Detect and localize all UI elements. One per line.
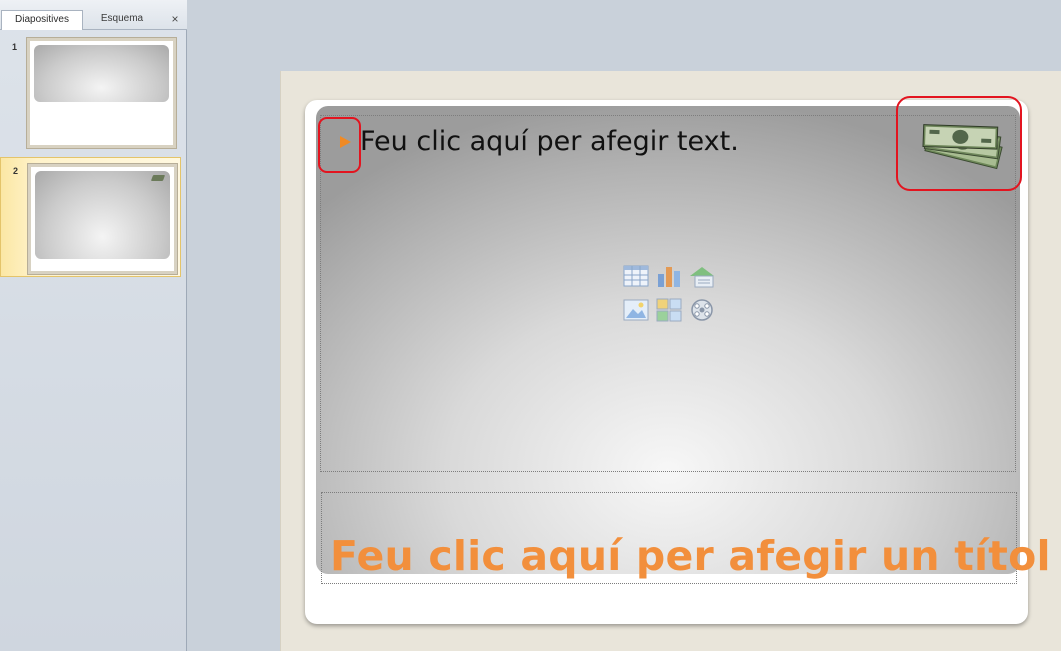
close-icon[interactable]: × (167, 10, 183, 28)
panel-tabs: Diapositives Esquema × (0, 0, 187, 30)
insert-table-icon[interactable] (623, 264, 649, 288)
picture-highlight (896, 96, 1022, 191)
thumbnail-image (27, 38, 176, 148)
money-bills-icon (150, 175, 166, 181)
tab-slides[interactable]: Diapositives (1, 10, 83, 30)
thumbnail-image (28, 164, 177, 274)
slide-thumbnail-1[interactable]: 1 (0, 34, 181, 152)
slide-thumbnail-2[interactable]: 2 (0, 157, 181, 277)
body-placeholder-text[interactable]: Feu clic aquí per afegir text. (360, 126, 739, 157)
insert-smartart-icon[interactable] (689, 264, 715, 288)
insert-clipart-icon[interactable] (656, 298, 682, 322)
bullet-highlight (318, 117, 361, 173)
title-placeholder-text[interactable]: Feu clic aquí per afegir un títol (330, 532, 1051, 580)
thumbnail-background (35, 171, 170, 259)
tab-outline[interactable]: Esquema (84, 10, 160, 30)
insert-media-icon[interactable] (689, 298, 715, 322)
insert-picture-icon[interactable] (623, 298, 649, 322)
slide-number: 1 (12, 42, 18, 52)
slides-panel: Diapositives Esquema × 1 2 (0, 0, 187, 651)
insert-content-icons (623, 264, 719, 326)
slide-number: 2 (13, 166, 19, 176)
insert-chart-icon[interactable] (656, 264, 682, 288)
thumbnail-background (34, 45, 169, 102)
